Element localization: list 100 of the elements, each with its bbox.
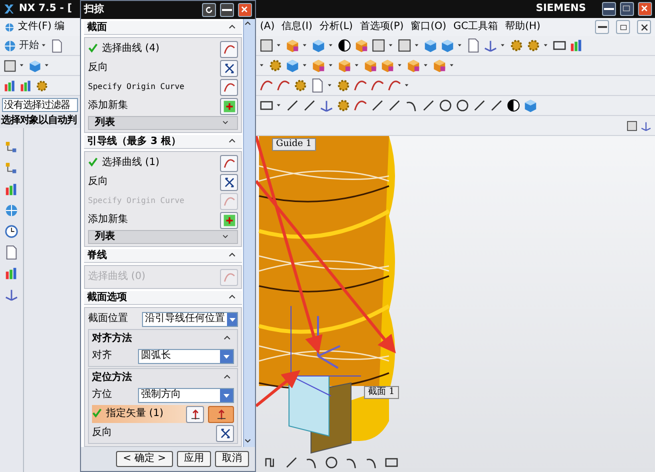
caret-icon[interactable] xyxy=(543,42,550,49)
dropdown[interactable]: 沿引导线任何位置 xyxy=(142,312,238,326)
dropdown[interactable]: 圆弧长 xyxy=(138,348,234,364)
gear-icon[interactable] xyxy=(336,98,351,113)
box-icon[interactable] xyxy=(406,58,421,73)
tree-icon[interactable] xyxy=(4,140,19,155)
bar-graph-icon[interactable] xyxy=(19,78,33,92)
caret-icon[interactable] xyxy=(500,42,507,49)
caret-icon[interactable] xyxy=(276,42,283,49)
curve-icon[interactable] xyxy=(276,78,291,93)
document-icon[interactable] xyxy=(50,38,64,52)
menu-item[interactable]: (A) xyxy=(260,21,275,33)
caret-icon[interactable] xyxy=(302,42,309,49)
tree-icon[interactable] xyxy=(4,161,19,176)
origin-curve-button[interactable] xyxy=(220,78,238,96)
select-curve-button[interactable] xyxy=(220,154,238,172)
dialog-button[interactable]: 应用 xyxy=(177,451,211,467)
menu-item[interactable]: 分析(L) xyxy=(319,21,353,33)
sphere-icon[interactable] xyxy=(337,38,352,53)
gear-icon[interactable] xyxy=(526,38,541,53)
axes-icon[interactable] xyxy=(4,287,19,302)
start-button[interactable]: 开始 xyxy=(19,38,39,53)
reverse-direction-button[interactable] xyxy=(216,424,234,442)
restore-button[interactable] xyxy=(620,2,634,16)
circle-icon[interactable] xyxy=(438,98,453,113)
bar-graph-icon[interactable] xyxy=(3,78,17,92)
line-icon[interactable] xyxy=(302,98,317,113)
document-icon[interactable] xyxy=(466,38,481,53)
circle-icon[interactable] xyxy=(324,455,339,470)
caret-icon[interactable] xyxy=(44,62,51,69)
caret-icon[interactable] xyxy=(327,82,334,89)
reverse-direction-button[interactable] xyxy=(220,174,238,190)
caret-icon[interactable] xyxy=(397,62,404,69)
caret-icon[interactable] xyxy=(19,62,26,69)
curve-icon[interactable] xyxy=(259,78,274,93)
menu-item[interactable]: 文件(F) xyxy=(18,21,52,33)
gear-icon[interactable] xyxy=(35,78,49,92)
caret-icon[interactable] xyxy=(414,42,421,49)
add-new-set-button[interactable] xyxy=(220,98,238,114)
axes-icon[interactable] xyxy=(640,120,652,132)
sphere-icon[interactable] xyxy=(506,98,521,113)
box-icon[interactable] xyxy=(380,58,395,73)
reverse-direction-button[interactable] xyxy=(220,60,238,76)
list-toggle[interactable]: 列表 xyxy=(88,230,238,244)
document-icon[interactable] xyxy=(310,78,325,93)
caret-icon[interactable] xyxy=(449,62,456,69)
vector-dialog-button[interactable] xyxy=(186,406,204,422)
rectangle-icon[interactable] xyxy=(384,455,399,470)
caret-icon[interactable] xyxy=(259,62,266,69)
box-icon[interactable] xyxy=(354,38,369,53)
gear-icon[interactable] xyxy=(509,38,524,53)
box-icon[interactable] xyxy=(285,38,300,53)
line-icon[interactable] xyxy=(285,98,300,113)
minimize-button[interactable] xyxy=(602,2,616,16)
curve-icon[interactable] xyxy=(353,98,368,113)
selection-filter-field[interactable]: 没有选择过滤器 xyxy=(2,98,78,112)
minimize-button[interactable] xyxy=(220,3,234,17)
minimize-button[interactable] xyxy=(595,20,609,34)
gear-icon[interactable] xyxy=(336,78,351,93)
circle-icon[interactable] xyxy=(455,98,470,113)
box-icon[interactable] xyxy=(337,58,352,73)
box-icon[interactable] xyxy=(432,58,447,73)
curve-icon[interactable] xyxy=(353,78,368,93)
curve-icon[interactable] xyxy=(370,78,385,93)
axes-icon[interactable] xyxy=(319,98,334,113)
bar-graph-icon[interactable] xyxy=(4,266,19,281)
menu-item[interactable]: 首选项(P) xyxy=(360,21,404,33)
square-icon[interactable] xyxy=(397,38,412,53)
gear-icon[interactable] xyxy=(268,58,283,73)
caret-icon[interactable] xyxy=(328,42,335,49)
caret-icon[interactable] xyxy=(328,62,335,69)
axes-icon[interactable] xyxy=(483,38,498,53)
menu-item[interactable]: GC工具箱 xyxy=(453,21,498,33)
bar-graph-icon[interactable] xyxy=(4,182,19,197)
menu-item[interactable]: 信息(I) xyxy=(282,21,312,33)
gear-icon[interactable] xyxy=(293,78,308,93)
caret-icon[interactable] xyxy=(388,42,395,49)
square-icon[interactable] xyxy=(626,120,638,132)
bar-graph-icon[interactable] xyxy=(569,38,584,53)
caret-icon[interactable] xyxy=(404,82,411,89)
square-icon[interactable] xyxy=(259,38,274,53)
box-icon[interactable] xyxy=(363,58,378,73)
line-icon[interactable] xyxy=(284,455,299,470)
dialog-button[interactable]: 取消 xyxy=(215,451,249,467)
close-button[interactable] xyxy=(637,20,651,34)
select-curve-button[interactable] xyxy=(220,40,238,58)
square-icon[interactable] xyxy=(3,58,17,72)
line-icon[interactable] xyxy=(472,98,487,113)
caret-icon[interactable] xyxy=(302,62,309,69)
reset-button[interactable] xyxy=(202,3,216,17)
menu-item[interactable]: 编 xyxy=(54,21,65,33)
menu-item[interactable]: 窗口(O) xyxy=(410,21,446,33)
line-icon[interactable] xyxy=(489,98,504,113)
clock-icon[interactable] xyxy=(4,224,19,239)
caret-icon[interactable] xyxy=(457,42,464,49)
list-toggle[interactable]: 列表 xyxy=(88,116,238,130)
rectangle-icon[interactable] xyxy=(259,98,274,113)
document-icon[interactable] xyxy=(4,245,19,260)
square-icon[interactable] xyxy=(371,38,386,53)
inferred-vector-button[interactable] xyxy=(208,406,234,422)
